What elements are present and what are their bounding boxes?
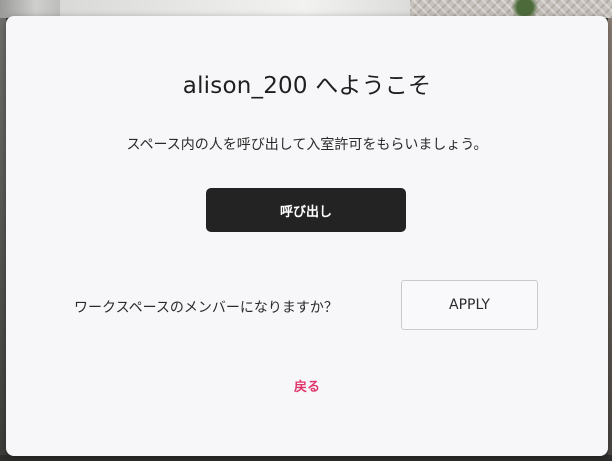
call-button[interactable]: 呼び出し [206, 188, 406, 232]
welcome-dialog: alison_200 へようこそ スペース内の人を呼び出して入室許可をもらいまし… [6, 16, 608, 456]
dialog-title: alison_200 へようこそ [182, 73, 432, 99]
dialog-description: スペース内の人を呼び出して入室許可をもらいましょう。 [126, 137, 488, 153]
apply-button[interactable]: APPLY [401, 280, 538, 330]
membership-question: ワークスペースのメンバーになりますか？ [74, 300, 338, 316]
back-link[interactable]: 戻る [6, 376, 608, 395]
background-edge-right [608, 18, 612, 461]
